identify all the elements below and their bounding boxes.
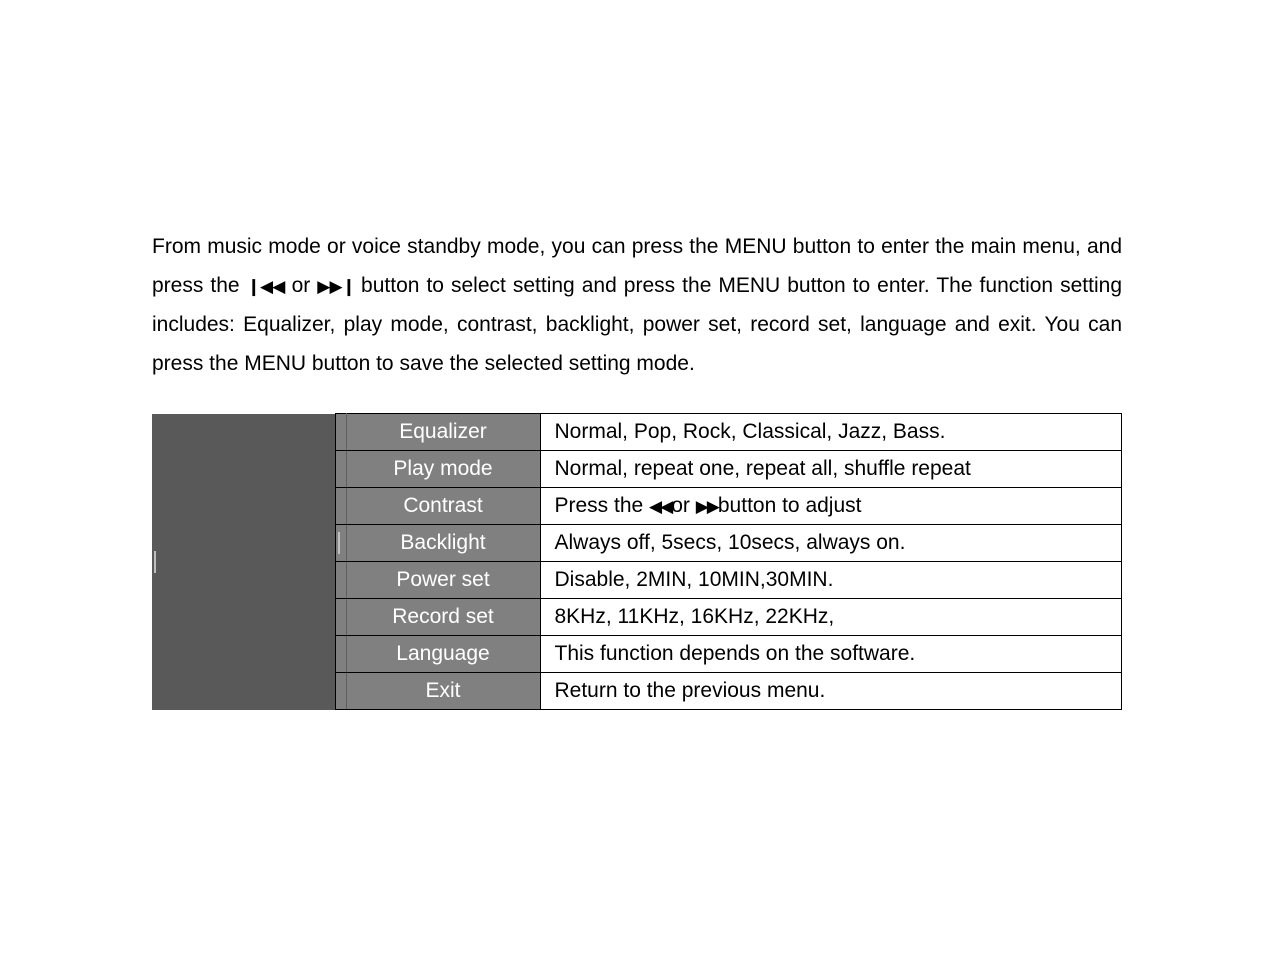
settings-table: Equalizer Normal, Pop, Rock, Classical, … [152, 413, 1122, 710]
setting-name: Equalizer [346, 414, 540, 451]
setting-desc: Normal, repeat one, repeat all, shuffle … [540, 451, 1122, 488]
rewind-icon: ◀◀ [649, 497, 671, 516]
setting-desc: This function depends on the software. [540, 636, 1122, 673]
setting-desc: Press the ◀◀or ▶▶button to adjust [540, 488, 1122, 525]
setting-desc: Return to the previous menu. [540, 673, 1122, 710]
setting-desc: Always off, 5secs, 10secs, always on. [540, 525, 1122, 562]
setting-name: Power set [346, 562, 540, 599]
next-track-icon: ▶▶❙ [317, 277, 354, 296]
setting-name: Play mode [346, 451, 540, 488]
intro-paragraph: From music mode or voice standby mode, y… [152, 228, 1122, 383]
setting-name: Language [346, 636, 540, 673]
table-row: Equalizer Normal, Pop, Rock, Classical, … [152, 414, 1122, 451]
setting-name: Record set [346, 599, 540, 636]
setting-name: Contrast [346, 488, 540, 525]
contrast-desc-before: Press the [555, 494, 650, 517]
spacer-col [335, 451, 346, 488]
spacer-col [335, 599, 346, 636]
spacer-col [335, 414, 346, 451]
intro-text-2: or [285, 274, 318, 297]
setting-desc: Normal, Pop, Rock, Classical, Jazz, Bass… [540, 414, 1122, 451]
contrast-desc-after: button to adjust [718, 494, 862, 517]
contrast-desc-mid: or [671, 494, 696, 517]
settings-table-body: Equalizer Normal, Pop, Rock, Classical, … [152, 414, 1122, 710]
fast-forward-icon: ▶▶ [696, 497, 718, 516]
setting-name: Backlight [346, 525, 540, 562]
spacer-col [335, 525, 346, 562]
spacer-col [335, 562, 346, 599]
prev-track-icon: ❙◀◀ [247, 277, 285, 296]
spacer-col [335, 488, 346, 525]
setting-desc: 8KHz, 11KHz, 16KHz, 22KHz, [540, 599, 1122, 636]
setting-name: Exit [346, 673, 540, 710]
spacer-col [335, 636, 346, 673]
spacer-col [335, 673, 346, 710]
setting-desc: Disable, 2MIN, 10MIN,30MIN. [540, 562, 1122, 599]
category-column [152, 414, 335, 710]
